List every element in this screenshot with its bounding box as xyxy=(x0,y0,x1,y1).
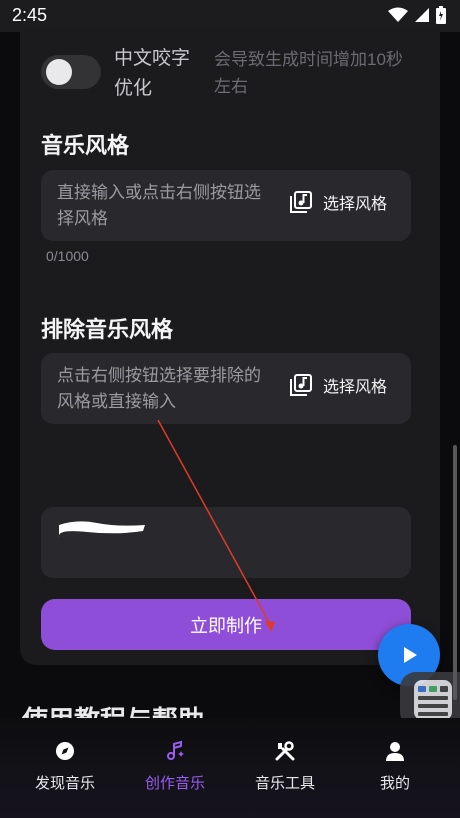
tab-label: 音乐工具 xyxy=(254,775,315,792)
compass-icon xyxy=(56,742,74,760)
play-icon xyxy=(404,647,417,663)
person-icon xyxy=(386,742,404,761)
tools-icon xyxy=(275,741,295,761)
bottom-tab-bar: 发现音乐 创作音乐 音乐工具 我的 xyxy=(0,718,460,818)
keyboard-widget-icon xyxy=(414,680,452,720)
tab-create-music[interactable]: 创作音乐 xyxy=(120,740,230,800)
scrollbar[interactable] xyxy=(453,445,457,700)
music-note-sparkle-icon xyxy=(167,740,184,760)
tab-label: 发现音乐 xyxy=(34,775,95,792)
tab-mine[interactable]: 我的 xyxy=(340,740,450,800)
tab-label: 创作音乐 xyxy=(144,775,205,792)
tab-label: 我的 xyxy=(379,775,410,792)
tab-music-tools[interactable]: 音乐工具 xyxy=(230,740,340,800)
tab-discover-music[interactable]: 发现音乐 xyxy=(10,740,120,800)
help-section-heading: 使用教程与帮助 xyxy=(22,700,322,718)
annotation-arrow xyxy=(157,419,275,632)
